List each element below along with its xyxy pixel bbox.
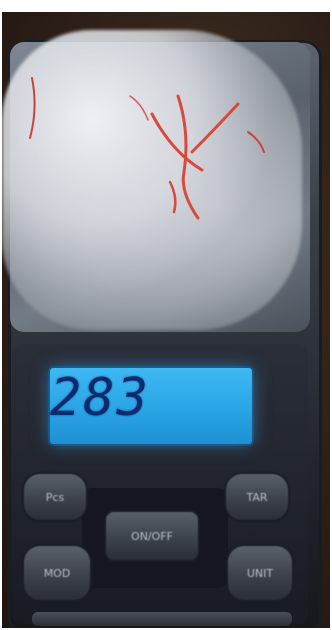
fiber-strand bbox=[168, 180, 177, 214]
lcd-display: 283 bbox=[50, 368, 252, 444]
fiber-strand bbox=[150, 112, 204, 172]
fiber-strand bbox=[247, 131, 265, 153]
tare-button[interactable]: TAR bbox=[226, 474, 288, 520]
weight-readout: 283 bbox=[50, 368, 150, 428]
scale-photo: 283 Pcs TAR ON/OFF MOD UNIT bbox=[2, 12, 330, 628]
pcs-button[interactable]: Pcs bbox=[24, 474, 86, 520]
bottom-edge bbox=[32, 612, 292, 626]
on-off-button[interactable]: ON/OFF bbox=[106, 512, 198, 560]
fiber-strand bbox=[176, 94, 200, 220]
fiber-strand bbox=[129, 95, 149, 121]
fiber-strand bbox=[29, 77, 36, 139]
fiber-strand bbox=[190, 102, 240, 154]
red-fibers bbox=[29, 77, 265, 220]
mode-button[interactable]: MOD bbox=[24, 546, 90, 600]
unit-button[interactable]: UNIT bbox=[228, 546, 292, 600]
